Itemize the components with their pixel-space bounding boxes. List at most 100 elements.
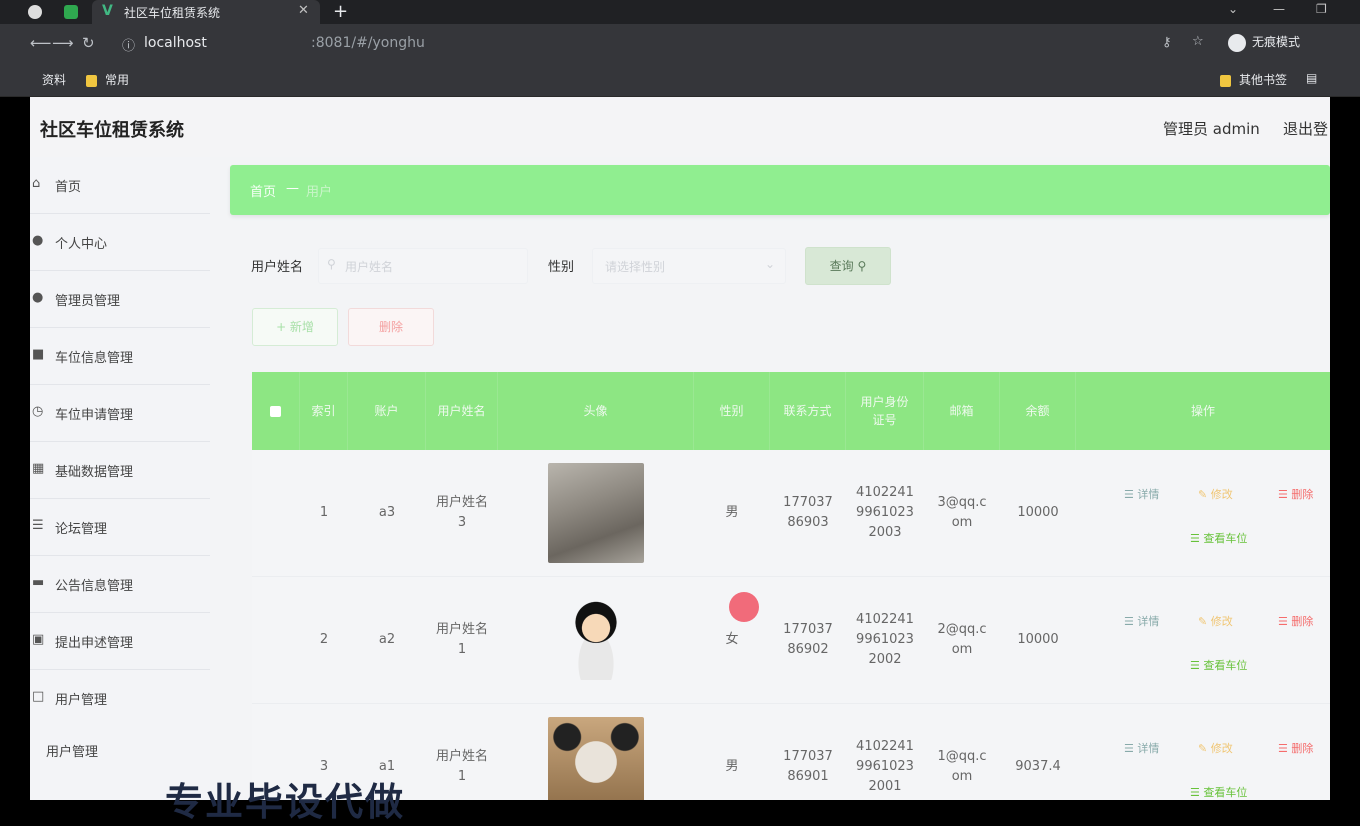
sidebar-item-label: 提出申述管理 (55, 636, 134, 651)
view-space-button[interactable]: ☰ 查看车位 (1190, 530, 1247, 546)
url-host: localhost (144, 35, 207, 51)
row-checkbox[interactable] (252, 450, 300, 576)
breadcrumb-home[interactable]: 首页 (250, 181, 276, 200)
browser-tab-strip: V 社区车位租赁系统 ✕ + ⌄ — ❐ (0, 0, 1360, 24)
sidebar-item-spaces[interactable]: ■ 车位信息管理 (30, 328, 210, 385)
restore-button[interactable]: ❐ (1316, 2, 1327, 16)
avatar[interactable] (561, 600, 631, 680)
cell-avatar (498, 450, 694, 576)
sidebar-item-forum[interactable]: ☰ 论坛管理 (30, 499, 210, 556)
col-idcard: 用户身份证号 (846, 372, 924, 450)
batch-delete-button[interactable]: 删除 (348, 308, 434, 346)
cursor-highlight (729, 592, 759, 622)
delete-label: 删除 (1291, 742, 1314, 755)
cell-name: 用户姓名1 (436, 749, 489, 784)
edit-button[interactable]: ✎ 修改 (1198, 740, 1233, 756)
detail-button[interactable]: ☰ 详情 (1124, 740, 1159, 756)
sidebar-item-notices[interactable]: ▬ 公告信息管理 (30, 556, 210, 613)
delete-button[interactable]: ☰ 删除 (1278, 486, 1313, 502)
key-icon[interactable]: ⚷ (1162, 35, 1172, 50)
delete-button[interactable]: ☰ 删除 (1278, 740, 1313, 756)
cell-gender: 男 (725, 759, 739, 774)
sidebar-item-admins[interactable]: ● 管理员管理 (30, 271, 210, 328)
back-icon[interactable]: ⟵ (30, 34, 52, 52)
sidebar-item-users[interactable]: □ 用户管理 (30, 670, 210, 726)
watermark-text: 专业毕设代做 (165, 780, 406, 824)
browser-menu-icon[interactable] (28, 5, 42, 19)
new-tab-button[interactable]: + (333, 1, 348, 22)
sidebar-item-applications[interactable]: ◷ 车位申请管理 (30, 385, 210, 442)
list-icon: ☰ (1190, 786, 1200, 799)
minimize-button[interactable]: — (1273, 2, 1285, 16)
sidebar-item-label: 车位申请管理 (55, 408, 134, 423)
sidebar-item-label: 论坛管理 (55, 522, 108, 537)
cell-index: 1 (319, 505, 329, 520)
grid-icon: ▦ (32, 461, 45, 476)
bookmark-changyong[interactable]: 常用 (86, 71, 129, 88)
sidebar-item-label: 基础数据管理 (55, 465, 134, 480)
sidebar-item-basedata[interactable]: ▦ 基础数据管理 (30, 442, 210, 499)
site-info-icon[interactable]: ⓘ (122, 35, 135, 54)
view-space-button[interactable]: ☰ 查看车位 (1190, 657, 1247, 673)
sidebar-item-complaints[interactable]: ▣ 提出申述管理 (30, 613, 210, 670)
chevron-down-icon[interactable]: ⌄ (1228, 2, 1238, 16)
avatar[interactable] (548, 717, 644, 800)
row-checkbox[interactable] (252, 577, 300, 703)
clock-icon: ◷ (32, 404, 44, 419)
incognito-indicator[interactable]: 无痕模式 (1228, 33, 1300, 52)
trash-icon: ☰ (1278, 742, 1288, 755)
active-tab[interactable]: V 社区车位租赁系统 ✕ (92, 0, 320, 24)
edit-label: 修改 (1210, 488, 1233, 501)
sidebar-item-label: 个人中心 (55, 237, 108, 252)
user-icon: ● (32, 290, 44, 305)
col-name: 用户姓名 (426, 372, 498, 450)
cell-name: 用户姓名1 (436, 622, 489, 657)
submenu-user-management[interactable]: 用户管理 (46, 741, 98, 760)
lock-icon: ▣ (32, 632, 45, 647)
select-all-checkbox[interactable] (252, 372, 300, 450)
sidebar-item-home[interactable]: ⌂ 首页 (30, 157, 210, 214)
tab-close-icon[interactable]: ✕ (298, 3, 309, 18)
avatar[interactable] (548, 463, 644, 563)
gender-select[interactable]: 请选择性别 ⌄ (592, 248, 786, 284)
sidebar-item-label: 管理员管理 (55, 294, 121, 309)
col-index: 索引 (300, 372, 348, 450)
reload-icon[interactable]: ↻ (82, 34, 95, 52)
search-name-placeholder: 用户姓名 (345, 260, 394, 274)
cell-balance: 9037.4 (1015, 759, 1061, 774)
cell-email: 3@qq.com (937, 495, 987, 530)
edit-label: 修改 (1210, 615, 1233, 628)
url-field[interactable]: ⓘ localhost :8081/#/yonghu ⚷ ☆ (110, 30, 1210, 56)
delete-button[interactable]: ☰ 删除 (1278, 613, 1313, 629)
bookmark-other[interactable]: 其他书签 (1220, 71, 1287, 88)
cell-phone: 17703786901 (783, 749, 833, 784)
detail-button[interactable]: ☰ 详情 (1124, 486, 1159, 502)
document-icon: ☰ (1124, 615, 1134, 628)
table-header: 索引 账户 用户姓名 头像 性别 联系方式 用户身份证号 邮箱 余额 操作 (252, 372, 1330, 450)
table-row: 3 a1 用户姓名1 男 17703786901 410224199610232… (252, 704, 1330, 800)
search-name-input[interactable]: ⚲ 用户姓名 (318, 248, 528, 284)
star-icon[interactable]: ☆ (1192, 34, 1204, 49)
forward-icon[interactable]: ⟶ (52, 34, 74, 52)
view-space-button[interactable]: ☰ 查看车位 (1190, 784, 1247, 800)
app-tab-icon[interactable] (64, 5, 78, 19)
bookmark-label: 资料 (42, 73, 67, 87)
list-icon: ☰ (1190, 532, 1200, 545)
cell-gender: 男 (725, 505, 739, 520)
cell-avatar (498, 704, 694, 800)
incognito-label: 无痕模式 (1252, 35, 1301, 49)
logout-link[interactable]: 退出登 (1283, 118, 1328, 139)
edit-button[interactable]: ✎ 修改 (1198, 613, 1233, 629)
edit-icon: ✎ (1198, 488, 1208, 501)
sidebar-item-label: 公告信息管理 (55, 579, 134, 594)
sidebar-item-profile[interactable]: ● 个人中心 (30, 214, 210, 271)
query-button[interactable]: 查询 ⚲ (805, 247, 891, 285)
add-button[interactable]: + 新增 (252, 308, 338, 346)
bookmark-ziliao[interactable]: 资料 (42, 71, 66, 88)
query-button-label: 查询 (829, 259, 854, 273)
cell-account: a2 (378, 632, 396, 647)
app-header: 社区车位租赁系统 管理员 admin 退出登 (30, 97, 1330, 157)
reading-list-icon[interactable]: ▤ (1306, 71, 1317, 85)
edit-button[interactable]: ✎ 修改 (1198, 486, 1233, 502)
detail-button[interactable]: ☰ 详情 (1124, 613, 1159, 629)
